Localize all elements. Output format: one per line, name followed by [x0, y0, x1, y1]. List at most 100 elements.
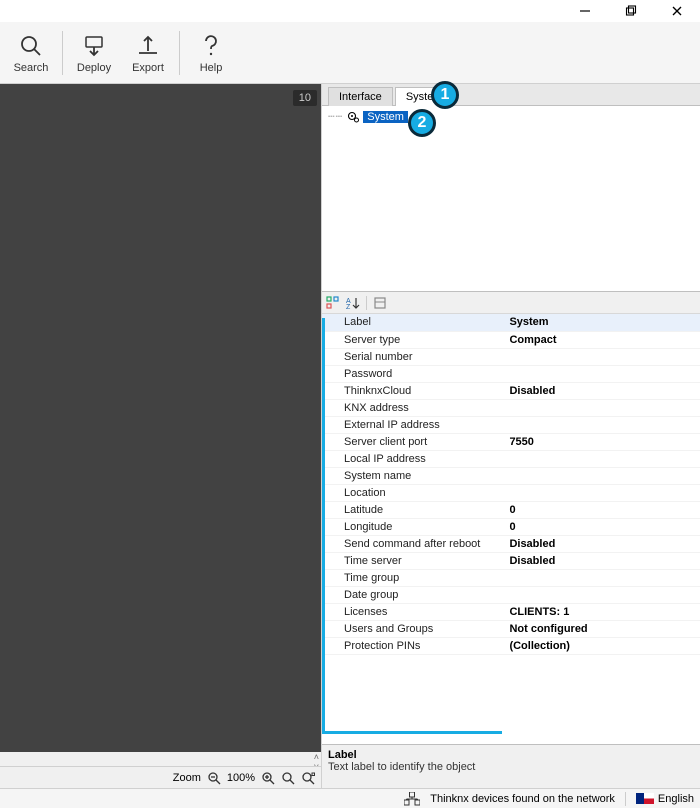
- property-value[interactable]: [503, 467, 700, 484]
- toolbar-separator: [62, 31, 63, 75]
- property-value[interactable]: [503, 416, 700, 433]
- property-description: Label Text label to identify the object: [322, 744, 700, 788]
- property-row[interactable]: LabelSystem: [322, 314, 700, 331]
- property-value[interactable]: Not configured: [503, 620, 700, 637]
- window-maximize-button[interactable]: [608, 0, 654, 22]
- property-row[interactable]: LicensesCLIENTS: 1: [322, 603, 700, 620]
- window-minimize-button[interactable]: [562, 0, 608, 22]
- property-row[interactable]: Send command after rebootDisabled: [322, 535, 700, 552]
- property-value[interactable]: Disabled: [503, 552, 700, 569]
- property-value[interactable]: 0: [503, 518, 700, 535]
- property-value[interactable]: Disabled: [503, 382, 700, 399]
- zoom-out-icon[interactable]: [207, 771, 221, 785]
- property-row[interactable]: Users and GroupsNot configured: [322, 620, 700, 637]
- property-row[interactable]: System name: [322, 467, 700, 484]
- left-panel-scroll-indicators: ˄˅: [0, 752, 321, 766]
- deploy-label: Deploy: [77, 62, 111, 74]
- property-label: Password: [322, 365, 503, 382]
- categorized-view-icon[interactable]: [326, 296, 340, 310]
- property-label: KNX address: [322, 399, 503, 416]
- property-value[interactable]: CLIENTS: 1: [503, 603, 700, 620]
- property-label: ThinknxCloud: [322, 382, 503, 399]
- property-row[interactable]: Server client port7550: [322, 433, 700, 450]
- property-label: Licenses: [322, 603, 503, 620]
- zoom-actual-icon[interactable]: [301, 771, 315, 785]
- property-value[interactable]: (Collection): [503, 637, 700, 654]
- callout-2: 2: [408, 109, 436, 137]
- property-label: Time server: [322, 552, 503, 569]
- property-label: Date group: [322, 586, 503, 603]
- property-value[interactable]: System: [503, 314, 700, 331]
- property-row[interactable]: Protection PINs(Collection): [322, 637, 700, 654]
- property-label: Users and Groups: [322, 620, 503, 637]
- main-toolbar: Search Deploy Export Help: [0, 22, 700, 84]
- canvas-corner-label: 10: [293, 90, 317, 106]
- zoom-toolbar: Zoom 100%: [0, 766, 321, 788]
- property-row[interactable]: Date group: [322, 586, 700, 603]
- property-value[interactable]: Disabled: [503, 535, 700, 552]
- status-bar: Thinknx devices found on the network Eng…: [0, 788, 700, 808]
- search-label: Search: [14, 62, 49, 74]
- search-icon: [17, 32, 45, 60]
- zoom-in-icon[interactable]: [261, 771, 275, 785]
- property-label: Serial number: [322, 348, 503, 365]
- property-row[interactable]: ThinknxCloudDisabled: [322, 382, 700, 399]
- property-row[interactable]: Time serverDisabled: [322, 552, 700, 569]
- right-panel: Interface System 1 ┄┄ System 2 AZ: [321, 84, 700, 788]
- property-label: Server type: [322, 331, 503, 348]
- svg-text:Z: Z: [346, 304, 351, 310]
- tab-interface[interactable]: Interface: [328, 87, 393, 106]
- export-label: Export: [132, 62, 164, 74]
- right-tabs: Interface System 1: [322, 84, 700, 106]
- property-label: Latitude: [322, 501, 503, 518]
- property-value[interactable]: [503, 569, 700, 586]
- language-label: English: [658, 793, 694, 805]
- system-tree[interactable]: ┄┄ System 2: [322, 106, 700, 292]
- property-row[interactable]: Latitude0: [322, 501, 700, 518]
- deploy-button[interactable]: Deploy: [69, 24, 119, 82]
- property-description-text: Text label to identify the object: [328, 761, 694, 773]
- toolbar-separator: [179, 31, 180, 75]
- property-label: Protection PINs: [322, 637, 503, 654]
- property-row[interactable]: Longitude0: [322, 518, 700, 535]
- network-status-icon: [404, 792, 420, 806]
- left-panel: 10 ˄˅ Zoom 100%: [0, 84, 321, 788]
- alphabetical-view-icon[interactable]: AZ: [346, 296, 360, 310]
- property-row[interactable]: Password: [322, 365, 700, 382]
- search-button[interactable]: Search: [6, 24, 56, 82]
- property-value[interactable]: [503, 365, 700, 382]
- gear-icon: [347, 111, 359, 123]
- property-value[interactable]: [503, 484, 700, 501]
- help-icon: [197, 32, 225, 60]
- help-button[interactable]: Help: [186, 24, 236, 82]
- property-label: System name: [322, 467, 503, 484]
- design-canvas[interactable]: 10: [0, 84, 321, 752]
- property-value[interactable]: Compact: [503, 331, 700, 348]
- property-row[interactable]: KNX address: [322, 399, 700, 416]
- property-row[interactable]: Location: [322, 484, 700, 501]
- property-row[interactable]: Local IP address: [322, 450, 700, 467]
- property-row[interactable]: Time group: [322, 569, 700, 586]
- tree-branch-icon: ┄┄: [328, 110, 343, 123]
- callout-1: 1: [431, 81, 459, 109]
- property-value[interactable]: 0: [503, 501, 700, 518]
- property-description-title: Label: [328, 749, 694, 761]
- property-value[interactable]: [503, 586, 700, 603]
- property-row[interactable]: Serial number: [322, 348, 700, 365]
- tree-node-system[interactable]: ┄┄ System: [328, 110, 694, 123]
- window-close-button[interactable]: [654, 0, 700, 22]
- property-row[interactable]: Server typeCompact: [322, 331, 700, 348]
- flag-icon: [636, 793, 654, 804]
- property-value[interactable]: [503, 348, 700, 365]
- property-value[interactable]: [503, 450, 700, 467]
- property-value[interactable]: [503, 399, 700, 416]
- property-row[interactable]: External IP address: [322, 416, 700, 433]
- property-label: Location: [322, 484, 503, 501]
- export-button[interactable]: Export: [123, 24, 173, 82]
- property-value[interactable]: 7550: [503, 433, 700, 450]
- zoom-fit-icon[interactable]: [281, 771, 295, 785]
- property-pages-icon[interactable]: [373, 296, 387, 310]
- properties-grid[interactable]: LabelSystemServer typeCompactSerial numb…: [322, 314, 700, 744]
- language-selector[interactable]: English: [636, 793, 694, 805]
- property-label: Local IP address: [322, 450, 503, 467]
